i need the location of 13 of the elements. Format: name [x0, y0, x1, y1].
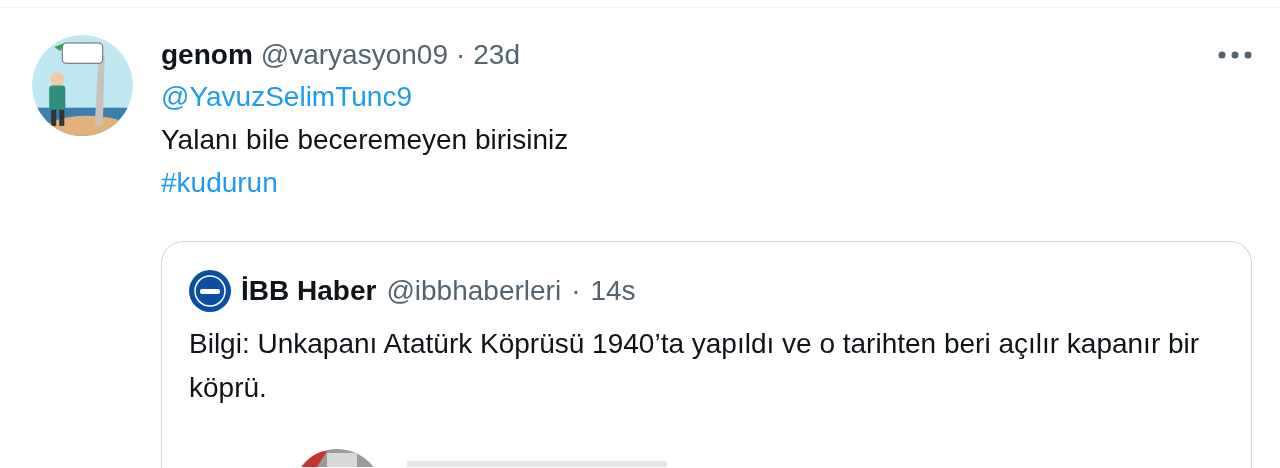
separator-dot: · [455, 38, 466, 72]
user-handle[interactable]: @varyasyon09 [260, 35, 448, 75]
tweet-time[interactable]: 23d [473, 35, 520, 75]
display-name[interactable]: genom [161, 35, 253, 75]
display-name[interactable]: İBB Haber [241, 271, 377, 311]
tweet-text: Yalanı bile beceremeyen birisiniz [161, 123, 569, 157]
quoted-tweet-text: Bilgi: Unkapanı Atatürk Köprüsü 1940’ta yapıldı ve o tarihten beri açılır kapanır bir köprü. [189, 327, 1201, 405]
user-handle[interactable]: @ibbhaberleri [386, 271, 562, 311]
separator-dot: · [571, 274, 581, 308]
more-icon[interactable] [1218, 51, 1252, 59]
logo-icon [189, 270, 231, 312]
quoted-tweet-card[interactable]: İBB Haber @ibbhaberleri · 14s Bilgi: Unkapanı Atatürk Köprüsü 1940’ta yapıldı ve o tarihten beri açılır kapanır bir köprü. [161, 241, 1252, 468]
tweet-time[interactable]: 14s [590, 271, 636, 311]
